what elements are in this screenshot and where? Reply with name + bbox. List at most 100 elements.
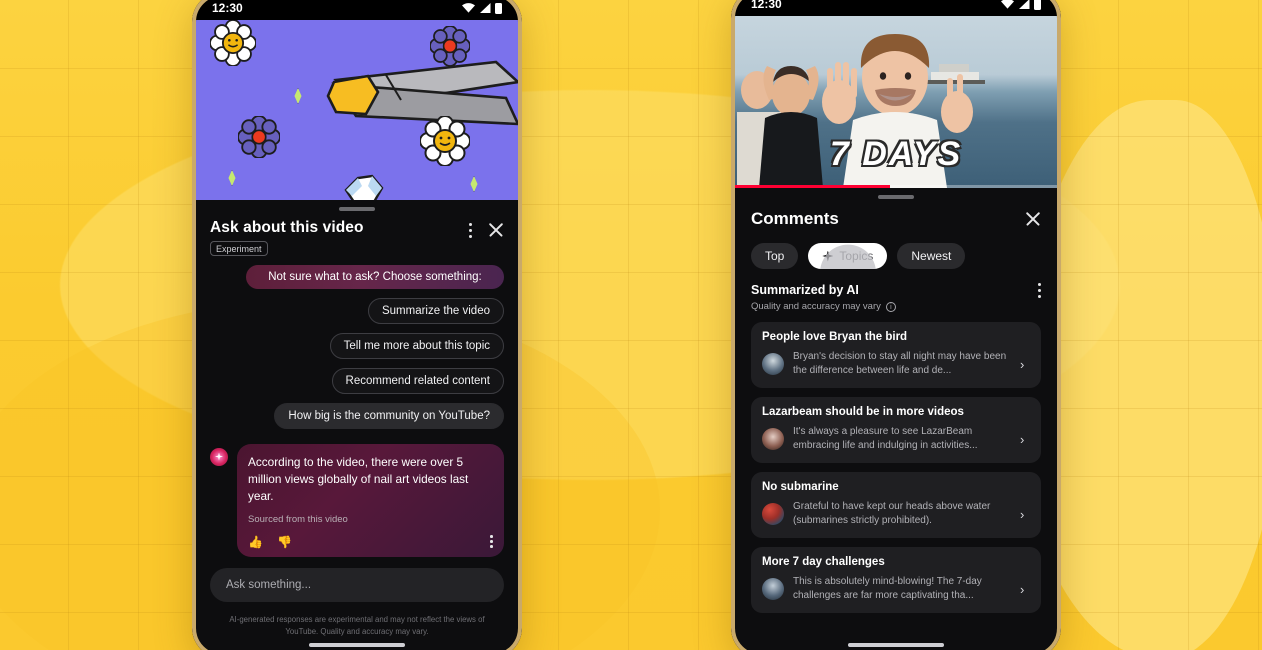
sheet-header-actions — [469, 219, 504, 238]
card-text: Bryan's decision to stay all night may h… — [793, 351, 1007, 376]
grid-line-vertical — [628, 0, 629, 650]
status-time: 12:30 — [751, 0, 782, 11]
chevron-right-icon[interactable]: › — [1020, 507, 1030, 522]
suggestion-chip-tell-more[interactable]: Tell me more about this topic — [329, 332, 504, 359]
card-body: Grateful to have kept our heads above wa… — [762, 500, 1030, 528]
video-overlay-text: 7 DAYS — [829, 135, 963, 173]
suggestion-chip-community[interactable]: How big is the community on YouTube? — [274, 402, 504, 429]
composer-wrapper: Ask something... — [196, 560, 518, 608]
background-decoration — [0, 0, 1262, 650]
card-text: This is absolutely mind-blowing! The 7-d… — [793, 576, 982, 601]
summary-title: Summarized by AI — [751, 283, 859, 297]
ai-answer-source[interactable]: Sourced from this video — [248, 514, 493, 525]
grid-line-horizontal — [0, 272, 1262, 273]
chevron-right-icon[interactable]: › — [1020, 357, 1030, 372]
flower-icon — [210, 20, 256, 66]
phone-left-screen: 12:30 Ask about this video Experiment No… — [196, 0, 518, 650]
card-title: People love Bryan the bird — [762, 331, 908, 343]
ai-answer-actions: 👍 👎 — [248, 535, 493, 549]
info-icon[interactable]: i — [885, 301, 896, 312]
grid-line-vertical — [68, 0, 69, 650]
tab-topics-label: Topics — [839, 249, 874, 263]
summary-header-text: Summarized by AI Quality and accuracy ma… — [751, 283, 896, 312]
chat-thread: Not sure what to ask? Choose something: … — [196, 263, 518, 561]
card-text: Grateful to have kept our heads above wa… — [793, 501, 991, 526]
list-item[interactable]: Lazarbeam should be in more videos It's … — [751, 397, 1041, 463]
ask-input[interactable]: Ask something... — [210, 568, 504, 603]
signal-icon — [480, 3, 491, 13]
tab-topics[interactable]: Topics — [808, 243, 888, 269]
avatar — [762, 578, 784, 600]
grid-line-horizontal — [0, 544, 1262, 545]
flower-icon — [420, 116, 470, 166]
list-item[interactable]: No submarine Grateful to have kept our h… — [751, 472, 1041, 538]
grid-line-vertical — [558, 0, 559, 650]
grid-line-horizontal — [0, 408, 1262, 409]
thumbs-down-icon[interactable]: 👎 — [277, 535, 292, 549]
grid-line-horizontal — [0, 204, 1262, 205]
ai-disclaimer: AI-generated responses are experimental … — [229, 615, 485, 636]
grid-line-horizontal — [0, 612, 1262, 613]
tab-newest[interactable]: Newest — [897, 243, 966, 269]
home-indicator — [309, 643, 405, 647]
card-title: Lazarbeam should be in more videos — [762, 406, 964, 418]
close-icon[interactable] — [1025, 211, 1041, 227]
phone-right: 12:30 7 DAYS Comments Top Topics Newest … — [731, 0, 1061, 650]
ai-answer-text: According to the video, there were over … — [248, 454, 469, 503]
comments-tabs: Top Topics Newest — [735, 231, 1057, 271]
grid-line-horizontal — [0, 476, 1262, 477]
avatar — [762, 428, 784, 450]
grid-line-horizontal — [0, 340, 1262, 341]
phone-right-screen: 12:30 7 DAYS Comments Top Topics Newest … — [735, 0, 1057, 650]
grid-line-horizontal — [0, 136, 1262, 137]
video-progress-fill — [735, 185, 890, 188]
chevron-right-icon[interactable]: › — [1020, 582, 1030, 597]
sparkle-icon — [210, 447, 228, 466]
home-indicator — [848, 643, 944, 647]
ask-input-placeholder: Ask something... — [226, 579, 312, 592]
comments-sheet: Comments Top Topics Newest Summarized by… — [735, 188, 1057, 650]
sheet-title-group: Ask about this video Experiment — [210, 219, 364, 257]
suggestion-chip-summarize[interactable]: Summarize the video — [367, 297, 504, 324]
status-bar-left: 12:30 — [196, 0, 518, 20]
status-bar-right: 12:30 — [735, 0, 1057, 16]
list-item[interactable]: More 7 day challenges This is absolutely… — [751, 547, 1041, 613]
card-body: It's always a pleasure to see LazarBeam … — [762, 425, 1030, 453]
chevron-right-icon[interactable]: › — [1020, 432, 1030, 447]
card-title: More 7 day challenges — [762, 556, 885, 568]
status-badge: Experiment — [210, 241, 268, 256]
kebab-menu-icon[interactable] — [469, 222, 472, 238]
video-player-left[interactable] — [196, 20, 518, 200]
grid-line-vertical — [1118, 0, 1119, 650]
ai-answer-row: According to the video, there were over … — [210, 443, 504, 557]
card-title: No submarine — [762, 481, 839, 493]
thumbs-up-icon[interactable]: 👍 — [248, 535, 263, 549]
kebab-menu-icon[interactable] — [490, 535, 493, 548]
status-time: 12:30 — [212, 1, 243, 15]
summary-subtitle-row: Quality and accuracy may vary i — [751, 301, 896, 312]
close-icon[interactable] — [488, 222, 504, 238]
tab-top[interactable]: Top — [751, 243, 799, 269]
suggestion-chip-recommend[interactable]: Recommend related content — [331, 367, 504, 394]
page-title: Comments — [751, 209, 839, 228]
card-text: It's always a pleasure to see LazarBeam … — [793, 426, 978, 451]
list-item[interactable]: People love Bryan the bird Bryan's decis… — [751, 322, 1041, 388]
sheet-header: Ask about this video Experiment — [196, 211, 518, 263]
kebab-menu-icon[interactable] — [1038, 283, 1041, 298]
flower-purple-icon — [430, 26, 470, 66]
summary-subtitle: Quality and accuracy may vary — [751, 301, 881, 312]
wifi-icon — [1001, 0, 1014, 9]
video-player-right[interactable]: 7 DAYS — [735, 16, 1057, 188]
grid-line-horizontal — [0, 68, 1262, 69]
battery-icon — [1034, 0, 1041, 10]
summary-header: Summarized by AI Quality and accuracy ma… — [735, 271, 1057, 312]
avatar — [762, 503, 784, 525]
background-grid — [0, 0, 1262, 650]
ask-about-video-sheet: Ask about this video Experiment Not sure… — [196, 200, 518, 650]
comments-header: Comments — [735, 199, 1057, 231]
card-body: Bryan's decision to stay all night may h… — [762, 350, 1030, 378]
sparkle-icon — [822, 250, 834, 262]
wifi-icon — [462, 3, 475, 13]
avatar — [762, 353, 784, 375]
video-progress-bar[interactable] — [735, 185, 1057, 188]
